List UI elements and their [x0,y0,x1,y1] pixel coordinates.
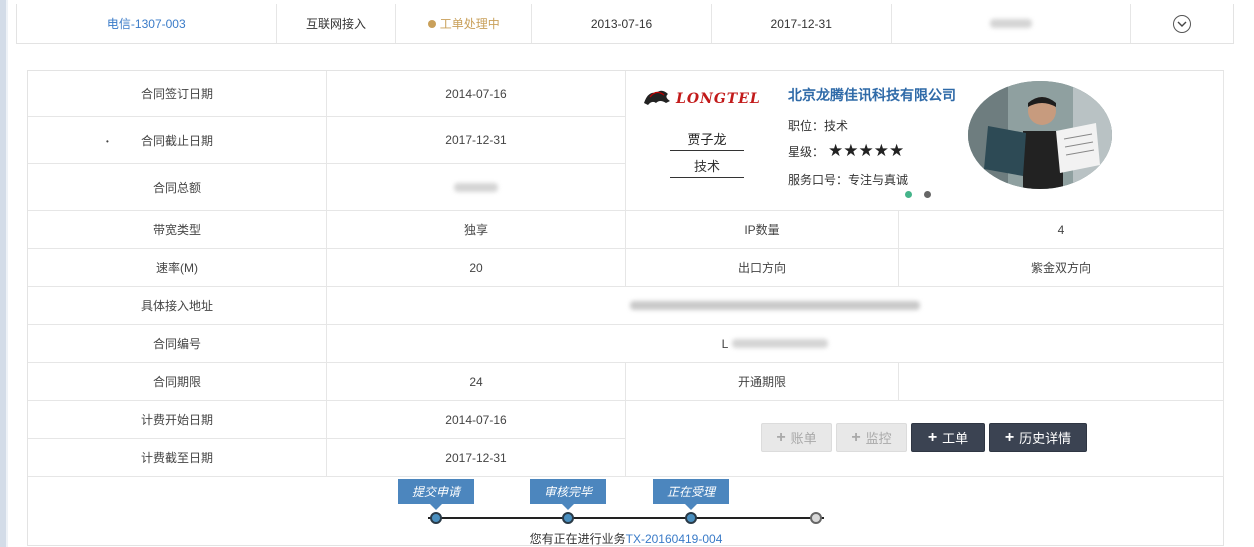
staff-card: LONGTEL 贾子龙 技术 北京龙腾佳讯科技有限公司 职位：技术 星级： ★★… [626,71,1224,211]
service-status: 工单处理中 [439,17,500,31]
label-contract-number: 合同编号 [28,325,327,363]
bill-button-label: 账单 [790,431,817,446]
label-total-amount: 合同总额 [28,164,327,211]
monitor-button-label: 监控 [865,431,892,446]
expand-toggle-button[interactable] [1173,14,1192,33]
redacted-contract-number [732,339,829,348]
company-name: 北京龙腾佳讯科技有限公司 [788,87,956,103]
step-node-processing [685,512,697,524]
dragon-logo-icon: LONGTEL [644,90,761,107]
value-address [327,287,1224,325]
staff-position: 职位：技术 [788,119,849,133]
bullet-mark: • [106,137,109,146]
contract-number-prefix: L [721,336,729,351]
status-dot-icon [427,19,436,28]
step-tag-review: 审核完毕 [530,479,606,510]
service-id-cell: 电信-1307-003 [17,4,277,43]
ticket-button[interactable]: + 工单 [911,423,985,452]
star-rating-icons: ★★★★★ [828,141,905,160]
carousel-dot-active[interactable] [905,191,912,198]
progress-note: 您有正在进行业务TX-20160419-004 [28,530,1224,547]
redacted-address [630,301,920,310]
history-button[interactable]: + 历史详情 [989,423,1087,452]
service-extra-cell [892,4,1132,43]
rating-label: 星级： [788,144,825,159]
progress-note-text: 您有正在进行业务 [529,532,626,546]
service-start-cell: 2013-07-16 [532,4,712,43]
label-billing-end: 计费截至日期 [28,439,327,477]
label-ip-count: IP数量 [626,211,899,249]
contract-details-panel: 合同签订日期 2014-07-16 • 合同截止日期 2017-12-31 合同… [27,70,1224,546]
staff-photo [968,81,1112,189]
staff-rating: 星级： ★★★★★ [788,141,904,161]
redacted-value [989,19,1032,28]
value-bandwidth: 独享 [327,211,626,249]
history-button-label: 历史详情 [1019,431,1072,446]
value-contract-number: L [327,325,1224,363]
value-billing-end: 2017-12-31 [327,439,626,477]
value-billing-start: 2014-07-16 [327,401,626,439]
service-summary-row[interactable]: 电信-1307-003 互联网接入 工单处理中 2013-07-16 2017-… [16,4,1234,44]
label-billing-start: 计费开始日期 [28,401,327,439]
label-sign-date: 合同签订日期 [28,71,327,117]
plus-icon: + [851,428,861,446]
step-node-review [562,512,574,524]
step-tag-submit: 提交申请 [398,479,474,510]
service-id-link[interactable]: 电信-1307-003 [107,15,186,32]
step-tag-processing: 正在受理 [653,479,729,510]
plus-icon: + [776,428,786,446]
bill-button[interactable]: + 账单 [761,423,832,452]
label-rate: 速率(M) [28,249,327,287]
service-type-cell: 互联网接入 [277,4,397,43]
service-end-date: 2017-12-31 [770,16,832,31]
company-logo: LONGTEL [642,85,762,109]
expand-cell [1131,4,1233,43]
value-ip-count: 4 [899,211,1224,249]
svg-text:LONGTEL: LONGTEL [675,91,761,107]
step-node-submit [430,512,442,524]
service-status-cell: 工单处理中 [396,4,533,43]
value-end-date: 2017-12-31 [327,117,626,164]
value-total-amount [327,164,626,211]
service-end-cell: 2017-12-31 [712,4,892,43]
value-term: 24 [327,363,626,401]
staff-photo-image [968,81,1112,189]
page-left-border-inner [6,0,8,547]
carousel-dot[interactable] [924,191,931,198]
redacted-total [454,182,498,192]
value-sign-date: 2014-07-16 [327,71,626,117]
label-bandwidth: 带宽类型 [28,211,327,249]
ticket-button-label: 工单 [942,431,969,446]
value-exit-direction: 紫金双方向 [899,249,1224,287]
staff-role: 技术 [670,156,744,178]
label-address: 具体接入地址 [28,287,327,325]
label-end-date-text: 合同截止日期 [140,133,213,148]
value-rate: 20 [327,249,626,287]
staff-name: 贾子龙 [670,129,744,151]
label-open-term: 开通期限 [626,363,899,401]
monitor-button[interactable]: + 监控 [836,423,907,452]
plus-icon: + [1004,428,1015,446]
staff-slogan: 服务口号：专注与真诚 [788,173,909,187]
value-open-term [899,363,1224,401]
plus-icon: + [927,428,938,446]
step-node-pending [810,512,822,524]
label-end-date: • 合同截止日期 [28,117,327,164]
timeline-line [428,517,824,519]
progress-business-link[interactable]: TX-20160419-004 [626,532,723,546]
chevron-down-icon [1177,21,1187,27]
service-start-date: 2013-07-16 [590,16,653,31]
label-exit-direction: 出口方向 [626,249,899,287]
label-term: 合同期限 [28,363,327,401]
progress-timeline: 提交申请 审核完毕 正在受理 您有正在进行业务TX-20160419-004 [28,477,1224,546]
service-type: 互联网接入 [305,17,366,31]
